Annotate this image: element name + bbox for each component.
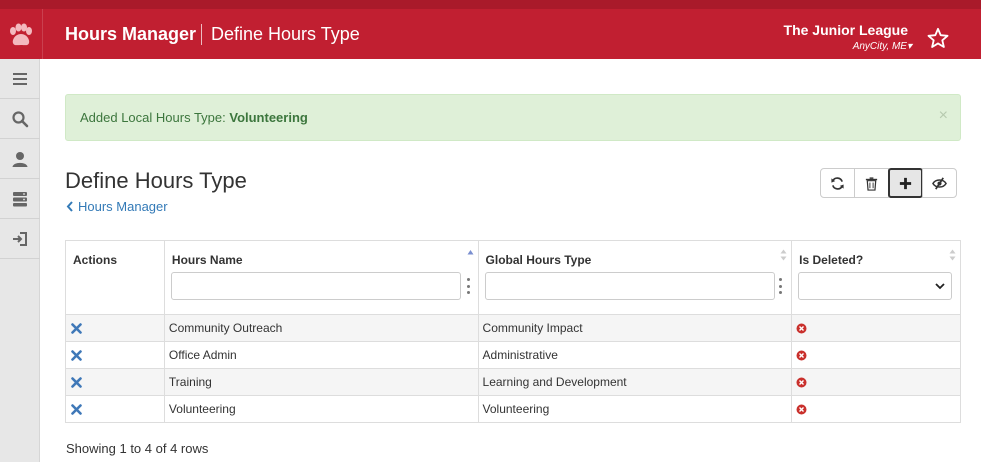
table-header-row: Actions Hours Name Global Hours Type Is … xyxy=(65,240,961,315)
is-deleted-cell xyxy=(791,341,961,369)
breadcrumb-label: Hours Manager xyxy=(78,199,168,214)
menu-icon xyxy=(13,72,27,85)
actions-cell xyxy=(65,314,165,342)
organization-location-dropdown[interactable]: AnyCity, ME▾ xyxy=(853,41,912,52)
hours-name-cell: Office Admin xyxy=(164,341,479,369)
user-icon xyxy=(12,151,28,167)
column-header-hours-name-label: Hours Name xyxy=(171,253,243,267)
table-row[interactable]: Volunteering Volunteering xyxy=(65,395,961,423)
trash-icon xyxy=(865,176,878,191)
toggle-visibility-button[interactable] xyxy=(922,168,957,198)
brand-separator xyxy=(42,9,43,59)
chevron-left-icon xyxy=(66,201,73,212)
sidebar-item-menu[interactable] xyxy=(0,59,40,99)
top-navbar: Hours Manager Define Hours Type The Juni… xyxy=(0,0,981,59)
table-row[interactable]: Community Outreach Community Impact xyxy=(65,314,961,342)
remove-icon[interactable] xyxy=(71,322,82,334)
remove-icon[interactable] xyxy=(71,403,82,415)
search-icon xyxy=(12,110,29,127)
sort-ascending-icon[interactable] xyxy=(467,249,474,261)
breadcrumb-link[interactable]: Hours Manager xyxy=(66,199,168,214)
actions-cell xyxy=(65,395,165,423)
table-toolbar xyxy=(820,168,957,198)
add-button[interactable] xyxy=(888,168,923,198)
global-hours-type-cell: Learning and Development xyxy=(478,368,793,396)
paw-logo-icon[interactable] xyxy=(7,23,35,49)
sort-both-icon[interactable] xyxy=(780,249,787,261)
sort-both-icon[interactable] xyxy=(949,249,956,261)
caret-down-icon: ▾ xyxy=(906,41,912,52)
global-hours-type-filter-input[interactable] xyxy=(484,272,775,300)
column-header-actions-label: Actions xyxy=(73,253,118,267)
organization-location: AnyCity, ME xyxy=(852,41,907,52)
sidebar-item-sign-in[interactable] xyxy=(0,219,40,259)
refresh-button[interactable] xyxy=(820,168,855,198)
column-header-is-deleted[interactable]: Is Deleted? xyxy=(791,240,961,315)
page-title: Define Hours Type xyxy=(65,168,247,193)
sidebar-item-search[interactable] xyxy=(0,99,40,139)
remove-icon[interactable] xyxy=(71,349,82,361)
page-subtitle: Define Hours Type xyxy=(211,24,360,44)
table-row[interactable]: Office Admin Administrative xyxy=(65,341,961,369)
alert-message: Added Local Hours Type: xyxy=(80,110,230,125)
deleted-status-icon xyxy=(796,323,807,333)
server-icon xyxy=(13,191,27,206)
refresh-icon xyxy=(831,176,844,190)
actions-cell xyxy=(65,368,165,396)
organization-name[interactable]: The Junior League xyxy=(784,22,908,38)
hours-name-cell: Training xyxy=(164,368,479,396)
title-divider xyxy=(201,24,202,45)
deleted-status-icon xyxy=(796,404,807,414)
eye-slash-icon xyxy=(932,176,947,190)
remove-icon[interactable] xyxy=(71,376,82,388)
alert-hours-type-name: Volunteering xyxy=(229,110,308,125)
column-header-global-hours-type-label: Global Hours Type xyxy=(485,253,592,267)
is-deleted-cell xyxy=(791,368,961,396)
app-title[interactable]: Hours Manager xyxy=(65,24,196,45)
column-header-actions: Actions xyxy=(65,240,165,315)
actions-cell xyxy=(65,341,165,369)
is-deleted-cell xyxy=(791,314,961,342)
kebab-menu-icon[interactable] xyxy=(779,278,783,294)
sidebar xyxy=(0,59,40,462)
global-hours-type-cell: Community Impact xyxy=(478,314,793,342)
chevron-down-icon xyxy=(935,283,945,290)
global-hours-type-cell: Administrative xyxy=(478,341,793,369)
pagination-summary: Showing 1 to 4 of 4 rows xyxy=(66,441,209,456)
deleted-status-icon xyxy=(796,350,807,360)
sidebar-item-server[interactable] xyxy=(0,179,40,219)
hours-name-cell: Volunteering xyxy=(164,395,479,423)
table-row[interactable]: Training Learning and Development xyxy=(65,368,961,396)
alert-close-button[interactable]: × xyxy=(939,107,948,125)
sidebar-item-user[interactable] xyxy=(0,139,40,179)
plus-icon xyxy=(899,177,912,189)
hours-name-filter-input[interactable] xyxy=(170,272,461,300)
hours-name-cell: Community Outreach xyxy=(164,314,479,342)
is-deleted-filter-select[interactable] xyxy=(798,272,953,300)
deleted-status-icon xyxy=(796,377,807,387)
star-icon[interactable] xyxy=(927,27,949,49)
kebab-menu-icon[interactable] xyxy=(466,278,470,294)
is-deleted-cell xyxy=(791,395,961,423)
success-alert: Added Local Hours Type: Volunteering × xyxy=(65,94,961,141)
delete-button[interactable] xyxy=(854,168,889,198)
column-header-is-deleted-label: Is Deleted? xyxy=(799,253,864,267)
column-header-global-hours-type[interactable]: Global Hours Type xyxy=(478,240,793,315)
hours-type-table: Actions Hours Name Global Hours Type Is … xyxy=(65,240,961,423)
column-header-hours-name[interactable]: Hours Name xyxy=(164,240,479,315)
global-hours-type-cell: Volunteering xyxy=(478,395,793,423)
sign-in-icon xyxy=(13,231,27,246)
